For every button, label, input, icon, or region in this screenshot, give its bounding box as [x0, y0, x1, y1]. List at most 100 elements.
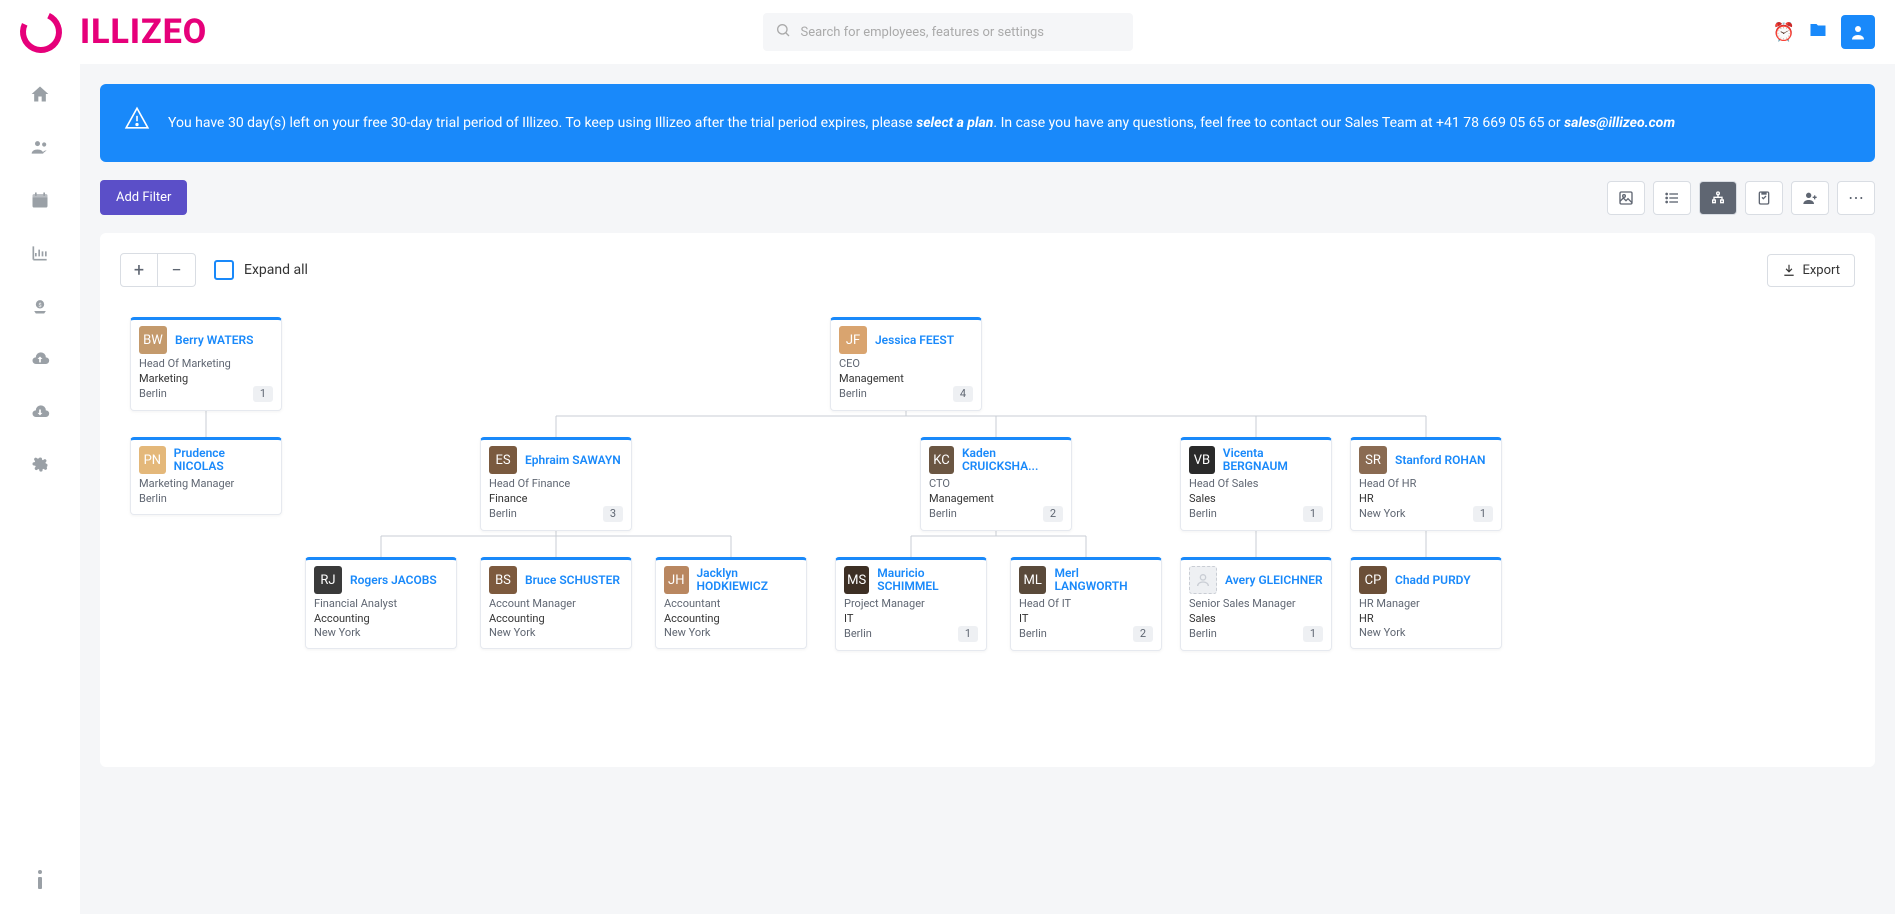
- report-count: 1: [1473, 506, 1493, 522]
- org-node-vicenta[interactable]: VB Vicenta BERGNAUM Head Of Sales Sales …: [1180, 437, 1332, 531]
- report-count: 2: [1043, 506, 1063, 522]
- avatar: ML: [1019, 566, 1046, 594]
- person-name: Kaden CRUICKSHA...: [962, 447, 1063, 473]
- view-orgchart-button[interactable]: [1699, 181, 1737, 215]
- person-location: New York: [664, 626, 798, 640]
- person-dept: Sales: [1189, 492, 1323, 506]
- org-node-kaden[interactable]: KC Kaden CRUICKSHA... CTO Management Ber…: [920, 437, 1072, 531]
- org-node-ephraim[interactable]: ES Ephraim SAWAYN Head Of Finance Financ…: [480, 437, 632, 531]
- sidebar-chart-icon[interactable]: [30, 243, 50, 268]
- person-title: HR Manager: [1359, 597, 1493, 611]
- person-dept: HR: [1359, 492, 1493, 506]
- org-node-avery[interactable]: Avery GLEICHNER Senior Sales Manager Sal…: [1180, 557, 1332, 651]
- zoom-out-button[interactable]: −: [158, 253, 196, 287]
- avatar: VB: [1189, 446, 1215, 474]
- person-name: Vicenta BERGNAUM: [1223, 447, 1323, 473]
- person-name: Avery GLEICHNER: [1225, 574, 1323, 587]
- sidebar-download-icon[interactable]: [30, 402, 50, 427]
- person-name: Chadd PURDY: [1395, 574, 1471, 587]
- person-location: Berlin3: [489, 506, 623, 522]
- person-title: Head Of HR: [1359, 477, 1493, 491]
- search-input[interactable]: [763, 13, 1133, 51]
- person-dept: Accounting: [489, 612, 623, 626]
- avatar: CP: [1359, 566, 1387, 594]
- person-name: Merl LANGWORTH: [1054, 567, 1153, 593]
- org-node-berry[interactable]: BW Berry WATERS Head Of Marketing Market…: [130, 317, 282, 411]
- report-count: 4: [953, 386, 973, 402]
- sidebar-calendar-icon[interactable]: [30, 190, 50, 215]
- user-avatar-button[interactable]: [1841, 15, 1875, 49]
- person-dept: Management: [839, 372, 973, 386]
- org-node-bruce[interactable]: BS Bruce SCHUSTER Account Manager Accoun…: [480, 557, 632, 649]
- folder-icon[interactable]: [1809, 21, 1827, 44]
- person-dept: Marketing: [139, 372, 273, 386]
- person-name: Jacklyn HODKIEWICZ: [697, 567, 799, 593]
- person-title: Marketing Manager: [139, 477, 273, 491]
- export-button[interactable]: Export: [1767, 254, 1855, 287]
- person-title: Head Of Sales: [1189, 477, 1323, 491]
- report-count: 2: [1133, 626, 1153, 642]
- person-location: Berlin1: [139, 386, 273, 402]
- person-location: Berlin1: [1189, 626, 1323, 642]
- avatar: ES: [489, 446, 517, 474]
- person-title: Financial Analyst: [314, 597, 448, 611]
- person-location: Berlin2: [929, 506, 1063, 522]
- report-count: 1: [253, 386, 273, 402]
- avatar: SR: [1359, 446, 1387, 474]
- report-count: 3: [603, 506, 623, 522]
- person-title: CTO: [929, 477, 1063, 491]
- person-name: Bruce SCHUSTER: [525, 574, 620, 587]
- person-name: Stanford ROHAN: [1395, 454, 1486, 467]
- avatar: KC: [929, 446, 954, 474]
- avatar: BS: [489, 566, 517, 594]
- org-node-jacklyn[interactable]: JH Jacklyn HODKIEWICZ Accountant Account…: [655, 557, 807, 649]
- warning-icon: [124, 104, 150, 142]
- person-dept: HR: [1359, 612, 1493, 626]
- org-node-prudence[interactable]: PN Prudence NICOLAS Marketing Manager Be…: [130, 437, 282, 515]
- org-node-chadd[interactable]: CP Chadd PURDY HR Manager HR New York: [1350, 557, 1502, 649]
- person-name: Jessica FEEST: [875, 334, 954, 347]
- person-location: Berlin2: [1019, 626, 1153, 642]
- avatar: MS: [844, 566, 869, 594]
- report-count: 1: [1303, 506, 1323, 522]
- more-button[interactable]: ⋯: [1837, 181, 1875, 215]
- person-title: CEO: [839, 357, 973, 371]
- logo-text: ILLIZEO: [80, 12, 207, 52]
- person-location: New York: [314, 626, 448, 640]
- avatar: JF: [839, 326, 867, 354]
- avatar: JH: [664, 566, 689, 594]
- org-node-rogers[interactable]: RJ Rogers JACOBS Financial Analyst Accou…: [305, 557, 457, 649]
- org-node-merl[interactable]: ML Merl LANGWORTH Head Of IT IT Berlin2: [1010, 557, 1162, 651]
- view-card-button[interactable]: [1607, 181, 1645, 215]
- sidebar-home-icon[interactable]: [30, 84, 50, 109]
- expand-all-checkbox[interactable]: Expand all: [214, 260, 308, 280]
- person-name: Ephraim SAWAYN: [525, 454, 621, 467]
- zoom-in-button[interactable]: +: [120, 253, 158, 287]
- search-icon: [775, 22, 791, 42]
- person-location: Berlin1: [844, 626, 978, 642]
- person-dept: Management: [929, 492, 1063, 506]
- view-list-button[interactable]: [1653, 181, 1691, 215]
- avatar: BW: [139, 326, 167, 354]
- person-location: New York: [489, 626, 623, 640]
- person-location: Berlin4: [839, 386, 973, 402]
- trial-banner: You have 30 day(s) left on your free 30-…: [100, 84, 1875, 162]
- add-filter-button[interactable]: Add Filter: [100, 180, 187, 215]
- person-dept: Accounting: [664, 612, 798, 626]
- sidebar-info-icon[interactable]: [36, 869, 44, 894]
- org-node-jessica[interactable]: JF Jessica FEEST CEO Management Berlin4: [830, 317, 982, 411]
- sidebar-people-icon[interactable]: [30, 137, 50, 162]
- person-title: Senior Sales Manager: [1189, 597, 1323, 611]
- org-node-mauricio[interactable]: MS Mauricio SCHIMMEL Project Manager IT …: [835, 557, 987, 651]
- avatar: PN: [139, 446, 166, 474]
- sidebar-money-icon[interactable]: $: [30, 296, 50, 321]
- sidebar-upload-icon[interactable]: [30, 349, 50, 374]
- person-location: Berlin: [139, 492, 273, 506]
- view-checklist-button[interactable]: [1745, 181, 1783, 215]
- org-node-stanford[interactable]: SR Stanford ROHAN Head Of HR HR New York…: [1350, 437, 1502, 531]
- svg-text:$: $: [38, 302, 41, 309]
- add-user-button[interactable]: [1791, 181, 1829, 215]
- clock-icon[interactable]: ⏰: [1773, 22, 1795, 43]
- expand-all-label: Expand all: [244, 262, 308, 278]
- sidebar-gear-icon[interactable]: [30, 455, 50, 480]
